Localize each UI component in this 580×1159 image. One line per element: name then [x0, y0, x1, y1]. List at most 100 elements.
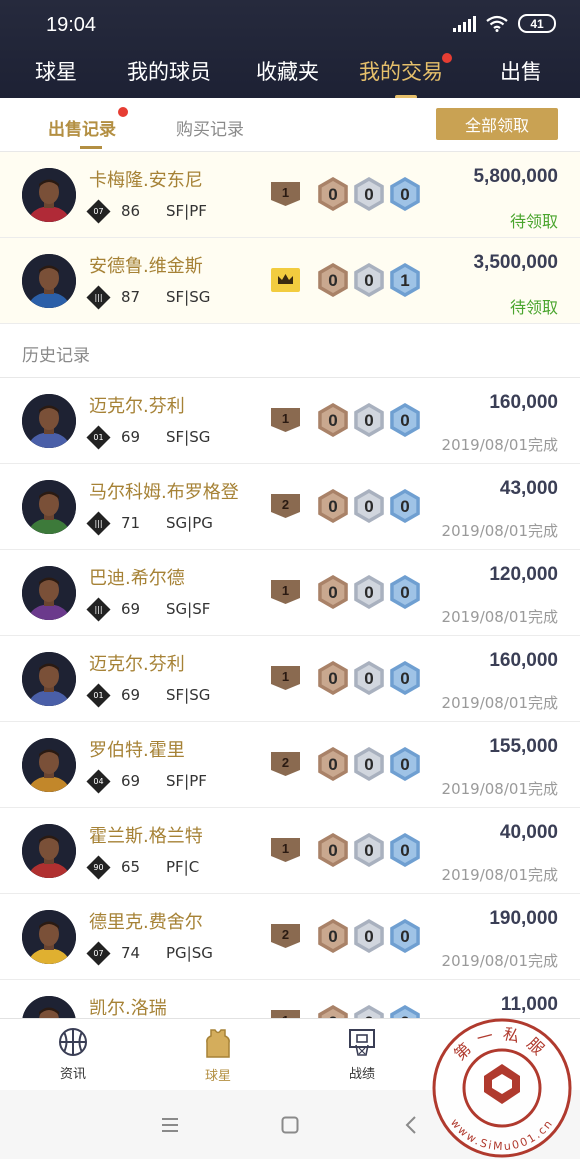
player-position: PG|SG [166, 944, 213, 962]
svg-text:0: 0 [328, 669, 337, 688]
subtab-sell-label: 出售记录 [48, 120, 116, 140]
trade-row[interactable]: 安德鲁.维金斯 ||| 87 SF|SG 0 0 1 3,500,000 待领取 [0, 238, 580, 324]
tab-favorites[interactable]: 收藏夹 [256, 56, 319, 86]
wifi-icon [486, 15, 508, 32]
notification-dot [118, 107, 128, 117]
player-jersey-icon [206, 1029, 230, 1058]
svg-text:0: 0 [364, 583, 373, 602]
svg-text:0: 0 [400, 497, 409, 516]
rank-badge: 1 [271, 408, 300, 432]
notification-dot [442, 53, 452, 63]
player-position: SF|SG [166, 428, 211, 446]
jersey-badge-text: 01 [93, 691, 104, 700]
svg-text:0: 0 [328, 497, 337, 516]
subtab-sell-records[interactable]: 出售记录 [48, 107, 128, 149]
back-icon[interactable] [404, 1116, 418, 1134]
nav-news[interactable]: 资讯 [33, 1027, 113, 1082]
player-position: SG|SF [166, 600, 211, 618]
svg-text:0: 0 [400, 669, 409, 688]
trade-row[interactable]: 马尔科姆.布罗格登 ||| 71 SG|PG 2 0 0 0 43,000 2019/08/01完… [0, 464, 580, 550]
svg-text:0: 0 [400, 841, 409, 860]
player-avatar [22, 910, 76, 964]
upgrade-hex-badges: 0 0 0 [316, 746, 426, 782]
tab-my-players[interactable]: 我的球员 [127, 56, 211, 86]
tab-stars[interactable]: 球星 [35, 56, 77, 86]
claim-all-button[interactable]: 全部领取 [436, 108, 558, 140]
completion-date: 2019/08/01完成 [441, 522, 558, 540]
trade-row[interactable]: 霍兰斯.格兰特 90 65 PF|C 1 0 0 0 40,000 2019/08/01完成 [0, 808, 580, 894]
player-name: 德里克.费舍尔 [89, 912, 203, 933]
svg-text:2: 2 [282, 497, 289, 512]
svg-text:0: 0 [400, 185, 409, 204]
player-overall: 87 [121, 288, 141, 306]
status-pending-claim[interactable]: 待领取 [510, 208, 558, 232]
player-avatar [22, 738, 76, 792]
jersey-badge: 07 [86, 941, 111, 966]
history-title: 历史记录 [22, 346, 90, 366]
svg-text:0: 0 [364, 841, 373, 860]
tab-stars-label: 球星 [35, 60, 77, 84]
player-position: PF|C [166, 858, 200, 876]
trade-price: 11,000 [500, 994, 558, 1015]
trade-price: 160,000 [489, 392, 558, 413]
svg-text:1: 1 [282, 185, 289, 200]
jersey-badge-text: ||| [94, 519, 103, 528]
svg-text:0: 0 [400, 583, 409, 602]
player-avatar [22, 824, 76, 878]
player-name: 迈克尔.芬利 [89, 396, 185, 417]
player-position: SF|SG [166, 288, 211, 306]
trade-row[interactable]: 迈克尔.芬利 01 69 SF|SG 1 0 0 0 160,000 2019/08/01完成 [0, 636, 580, 722]
svg-text:0: 0 [400, 411, 409, 430]
trade-row[interactable]: 巴迪.希尔德 ||| 69 SG|SF 1 0 0 0 120,000 2019/08/01完成 [0, 550, 580, 636]
upgrade-hex-badges: 0 0 0 [316, 176, 426, 212]
player-overall: 69 [121, 600, 141, 618]
svg-text:0: 0 [364, 669, 373, 688]
status-pending-claim[interactable]: 待领取 [510, 294, 558, 318]
status-bar: 19:04 41 [0, 0, 580, 52]
trade-price: 5,800,000 [473, 166, 558, 187]
upgrade-hex-badges: 0 0 0 [316, 660, 426, 696]
nav-stars[interactable]: 球星 [178, 1027, 258, 1084]
jersey-badge: 90 [86, 855, 111, 880]
menu-icon[interactable] [161, 1117, 179, 1133]
app-header: 19:04 41 球星 我的球员 收藏夹 我的交易 出售 [0, 0, 580, 99]
rank-badge: 1 [271, 182, 300, 206]
svg-text:0: 0 [364, 185, 373, 204]
subtab-buy-records[interactable]: 购买记录 [176, 115, 244, 140]
rank-badge: 2 [271, 752, 300, 776]
jersey-badge-text: 90 [93, 863, 104, 872]
jersey-badge-text: 04 [93, 777, 104, 786]
player-name: 罗伯特.霍里 [89, 740, 185, 761]
trade-price: 160,000 [489, 650, 558, 671]
svg-text:0: 0 [400, 755, 409, 774]
tab-sell[interactable]: 出售 [500, 56, 542, 86]
nav-record[interactable]: 战绩 [322, 1027, 402, 1082]
player-overall: 65 [121, 858, 141, 876]
svg-text:1: 1 [400, 271, 409, 290]
nav-stars-label: 球星 [204, 1069, 231, 1084]
completion-date: 2019/08/01完成 [441, 952, 558, 970]
svg-text:1: 1 [282, 841, 289, 856]
svg-text:0: 0 [400, 927, 409, 946]
svg-text:1: 1 [282, 669, 289, 684]
rank-badge: 1 [271, 838, 300, 862]
active-subtab-indicator [80, 146, 102, 149]
player-avatar [22, 652, 76, 706]
trade-row[interactable]: 罗伯特.霍里 04 69 SF|PF 2 0 0 0 155,000 2019/08/01完成 [0, 722, 580, 808]
svg-text:1: 1 [282, 411, 289, 426]
trade-row[interactable]: 迈克尔.芬利 01 69 SF|SG 1 0 0 0 160,000 2019/08/01完成 [0, 378, 580, 464]
svg-text:0: 0 [328, 755, 337, 774]
jersey-badge: ||| [86, 597, 111, 622]
jersey-badge-text: ||| [94, 605, 103, 614]
trade-row[interactable]: 卡梅隆.安东尼 07 86 SF|PF 1 0 0 0 5,800,000 待领取 [0, 152, 580, 238]
tab-my-trades[interactable]: 我的交易 [359, 53, 452, 99]
svg-text:0: 0 [328, 411, 337, 430]
svg-text:0: 0 [328, 927, 337, 946]
player-name: 凯尔.洛瑞 [89, 998, 167, 1019]
basketball-icon [59, 1028, 87, 1056]
completion-date: 2019/08/01完成 [441, 780, 558, 798]
trade-price: 120,000 [489, 564, 558, 585]
trade-row[interactable]: 德里克.费舍尔 07 74 PG|SG 2 0 0 0 190,000 2019/08/01完成 [0, 894, 580, 980]
home-icon[interactable] [281, 1116, 299, 1134]
trade-price: 40,000 [499, 822, 558, 843]
